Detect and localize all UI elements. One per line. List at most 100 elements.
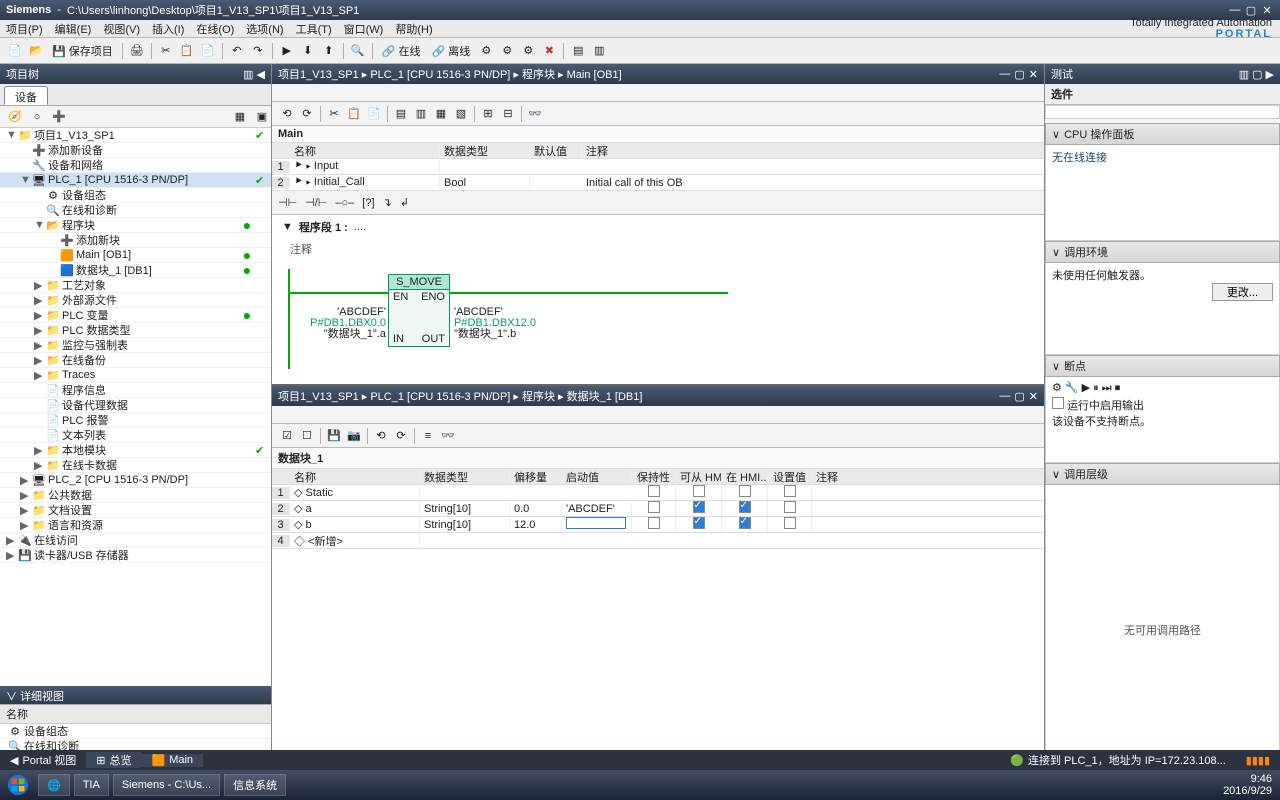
tia-taskbar-icon[interactable]: TIA bbox=[74, 774, 109, 796]
menu-insert[interactable]: 插入(I) bbox=[152, 21, 184, 37]
tb-icon[interactable]: ⟲ bbox=[278, 105, 296, 123]
ob1-iface-row[interactable]: 1⯈ ▸ Input bbox=[272, 159, 1044, 175]
undo-icon[interactable]: ↶ bbox=[228, 42, 246, 60]
project-tree[interactable]: ▼📁项目1_V13_SP1✔➕添加新设备🔧设备和网络▼🖥PLC_1 [CPU 1… bbox=[0, 128, 271, 686]
tree-nav-icon[interactable]: 🧭 bbox=[6, 108, 24, 126]
info-task[interactable]: 信息系统 bbox=[224, 774, 286, 796]
menu-options[interactable]: 选项(N) bbox=[246, 21, 283, 37]
sym-jump-icon[interactable]: ↴ bbox=[383, 196, 392, 209]
go-online-button[interactable]: 🔗 在线 bbox=[378, 43, 425, 59]
tree-item[interactable]: ▶📁本地模块✔ bbox=[0, 443, 271, 458]
tb-icon[interactable]: 👓 bbox=[439, 427, 457, 445]
sym-contact-no-icon[interactable]: ⊣⊢ bbox=[278, 196, 297, 209]
db1-close-icon[interactable]: ✕ bbox=[1029, 390, 1038, 403]
change-button[interactable]: 更改... bbox=[1212, 283, 1273, 301]
menu-online[interactable]: 在线(O) bbox=[196, 21, 234, 37]
tb-icon[interactable]: ⟳ bbox=[392, 427, 410, 445]
tree-item[interactable]: ▼🖥PLC_1 [CPU 1516-3 PN/DP]✔ bbox=[0, 173, 271, 188]
start-button[interactable] bbox=[0, 770, 36, 800]
tb-icon[interactable]: ▤ bbox=[392, 105, 410, 123]
db-row[interactable]: 3◇ bString[10]12.0 bbox=[272, 517, 1044, 533]
tb-icon[interactable]: ⟲ bbox=[372, 427, 390, 445]
tb-icon[interactable]: ⟳ bbox=[298, 105, 316, 123]
paste-icon[interactable]: 📄 bbox=[199, 42, 217, 60]
menu-view[interactable]: 视图(V) bbox=[103, 21, 140, 37]
tree-item[interactable]: ▶📁在线备份 bbox=[0, 353, 271, 368]
segment-comment[interactable]: 注释 bbox=[272, 239, 1044, 259]
tree-item[interactable]: 📄PLC 报警 bbox=[0, 413, 271, 428]
tree-item[interactable]: ➕添加新设备 bbox=[0, 143, 271, 158]
tree-item[interactable]: ▶🔌在线访问 bbox=[0, 533, 271, 548]
open-project-icon[interactable]: 📂 bbox=[27, 42, 45, 60]
tb-icon[interactable]: 📷 bbox=[345, 427, 363, 445]
tree-item[interactable]: ▼📁项目1_V13_SP1✔ bbox=[0, 128, 271, 143]
misc2-icon[interactable]: ⚙ bbox=[498, 42, 516, 60]
tree-view1-icon[interactable]: ▦ bbox=[231, 108, 249, 126]
tree-item[interactable]: ▶📁监控与强制表 bbox=[0, 338, 271, 353]
main-editor-button[interactable]: 🟧 Main bbox=[141, 754, 203, 767]
tree-item[interactable]: ▶📁公共数据 bbox=[0, 488, 271, 503]
detail-row[interactable]: ⚙设备组态 bbox=[0, 724, 271, 739]
tree-item[interactable]: 📄设备代理数据 bbox=[0, 398, 271, 413]
minimize-button[interactable]: — bbox=[1228, 4, 1242, 17]
cancel-all-icon[interactable]: ✖ bbox=[540, 42, 558, 60]
ob1-iface-row[interactable]: 2⯈ ▸ Initial_CallBoolInitial call of thi… bbox=[272, 175, 1044, 191]
tree-item[interactable]: 📄文本列表 bbox=[0, 428, 271, 443]
tb-icon[interactable]: ▥ bbox=[412, 105, 430, 123]
sym-coil-icon[interactable]: –○– bbox=[335, 197, 354, 209]
tb-icon[interactable]: ⊞ bbox=[479, 105, 497, 123]
db1-min-icon[interactable]: — bbox=[999, 390, 1010, 403]
close-button[interactable]: ✕ bbox=[1260, 4, 1274, 17]
segment-expand-icon[interactable]: ▼ bbox=[282, 221, 293, 233]
portal-view-button[interactable]: ◀ Portal 视图 bbox=[0, 752, 86, 768]
tb-icon[interactable]: ▦ bbox=[432, 105, 450, 123]
tree-item[interactable]: ▶💾读卡器/USB 存储器 bbox=[0, 548, 271, 563]
maximize-button[interactable]: ▢ bbox=[1244, 4, 1258, 17]
menu-help[interactable]: 帮助(H) bbox=[395, 21, 432, 37]
menu-edit[interactable]: 编辑(E) bbox=[55, 21, 92, 37]
breakpoint-header[interactable]: ∨ 断点 bbox=[1045, 355, 1280, 377]
tree-view2-icon[interactable]: ▣ bbox=[253, 108, 271, 126]
tree-collapse-icon[interactable]: ▥ bbox=[243, 68, 253, 81]
tb-monitor-icon[interactable]: 👓 bbox=[526, 105, 544, 123]
call-env-header[interactable]: ∨ 调用环境 bbox=[1045, 241, 1280, 263]
tree-item[interactable]: 🟦数据块_1 [DB1]● bbox=[0, 263, 271, 278]
menu-window[interactable]: 窗口(W) bbox=[344, 21, 384, 37]
tree-item[interactable]: ▶📁在线卡数据 bbox=[0, 458, 271, 473]
tree-refresh-icon[interactable]: ○ bbox=[28, 108, 46, 126]
split-h-icon[interactable]: ▤ bbox=[569, 42, 587, 60]
menu-tools[interactable]: 工具(T) bbox=[296, 21, 332, 37]
tree-item[interactable]: ▶📁语言和资源 bbox=[0, 518, 271, 533]
redo-icon[interactable]: ↷ bbox=[249, 42, 267, 60]
sym-branch-icon[interactable]: ↲ bbox=[400, 196, 409, 209]
db1-max-icon[interactable]: ▢ bbox=[1014, 390, 1024, 403]
tb-icon[interactable]: 💾 bbox=[325, 427, 343, 445]
rp-icon[interactable]: ▥ bbox=[1239, 68, 1249, 81]
tree-item[interactable]: 🔧设备和网络 bbox=[0, 158, 271, 173]
cpu-panel-header[interactable]: ∨ CPU 操作面板 bbox=[1045, 123, 1280, 145]
ie-taskbar-icon[interactable]: 🌐 bbox=[38, 774, 70, 796]
tree-item[interactable]: ▶📁外部源文件 bbox=[0, 293, 271, 308]
ob1-max-icon[interactable]: ▢ bbox=[1014, 68, 1024, 81]
rp-icon[interactable]: ▶ bbox=[1266, 68, 1274, 81]
sym-contact-nc-icon[interactable]: ⊣/⊢ bbox=[305, 196, 327, 209]
sym-box-icon[interactable]: [?] bbox=[362, 197, 374, 209]
tb-icon[interactable]: ⊟ bbox=[499, 105, 517, 123]
save-project-button[interactable]: 💾 保存项目 bbox=[48, 43, 117, 59]
go-offline-button[interactable]: 🔗 离线 bbox=[428, 43, 475, 59]
ob1-close-icon[interactable]: ✕ bbox=[1029, 68, 1038, 81]
smove-box[interactable]: S_MOVE ENENO INOUT bbox=[388, 274, 450, 347]
siemens-task[interactable]: Siemens - C:\Us... bbox=[113, 774, 220, 796]
menu-project[interactable]: 项目(P) bbox=[6, 21, 43, 37]
out-operand[interactable]: 'ABCDEF' P#DB1.DBX12.0 "数据块_1".b bbox=[454, 307, 554, 340]
tb-icon[interactable]: ✂ bbox=[325, 105, 343, 123]
tree-item[interactable]: 🟧Main [OB1]● bbox=[0, 248, 271, 263]
rp-icon[interactable]: ▢ bbox=[1252, 68, 1262, 81]
new-project-icon[interactable]: 📄 bbox=[6, 42, 24, 60]
upload-icon[interactable]: ⬆ bbox=[320, 42, 338, 60]
tree-item[interactable]: ▶📁文档设置 bbox=[0, 503, 271, 518]
tree-item[interactable]: ▼📂程序块● bbox=[0, 218, 271, 233]
ob1-min-icon[interactable]: — bbox=[999, 68, 1010, 81]
system-tray[interactable]: 9:46 2016/9/29 bbox=[1215, 773, 1280, 797]
tree-item[interactable]: ▶📁Traces bbox=[0, 368, 271, 383]
